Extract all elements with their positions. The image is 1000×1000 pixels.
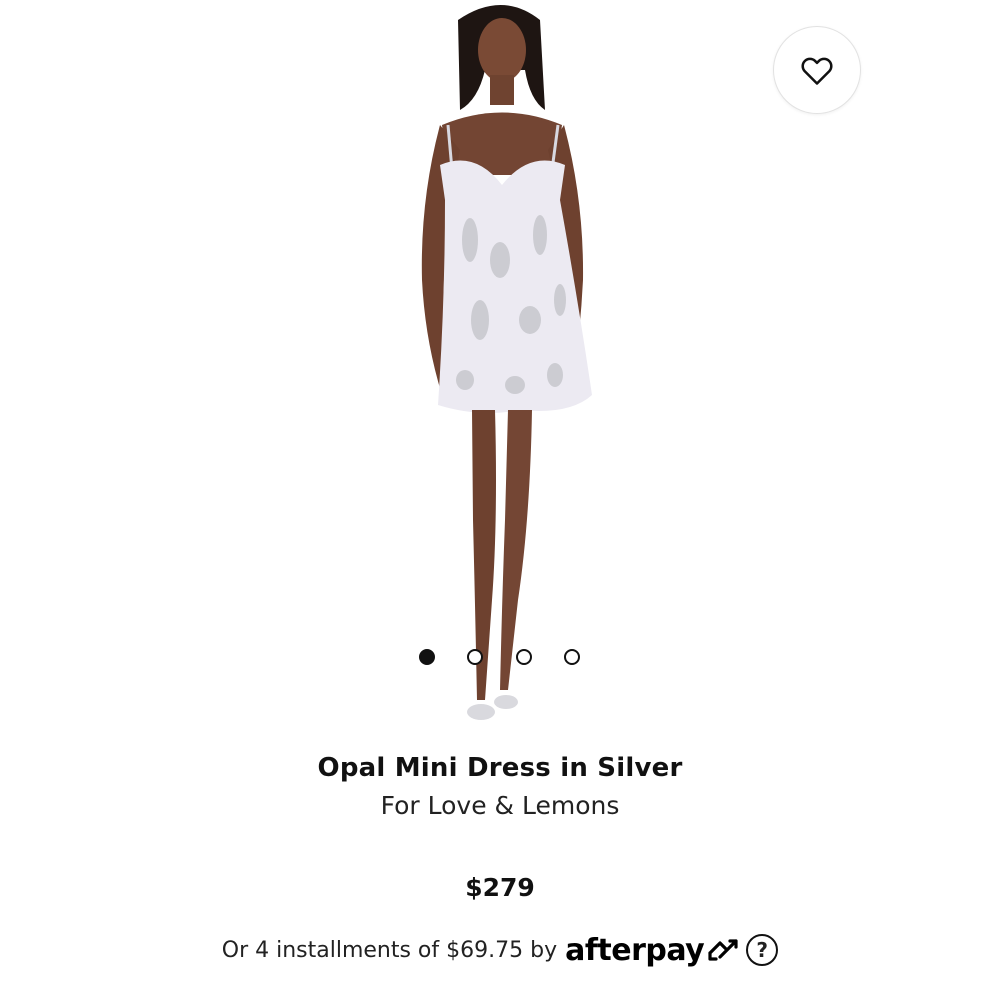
carousel-dot-2[interactable] (467, 649, 483, 665)
heart-icon (801, 57, 833, 85)
product-info: Opal Mini Dress in Silver For Love & Lem… (0, 750, 1000, 824)
carousel-dots (0, 647, 1000, 667)
carousel-dot-1[interactable] (419, 649, 435, 665)
carousel-dot-3[interactable] (516, 649, 532, 665)
product-image-gallery[interactable] (0, 0, 1000, 740)
product-price: $279 (465, 873, 535, 902)
afterpay-wordmark: afterpay (565, 932, 705, 968)
afterpay-logo: afterpay (565, 933, 740, 968)
wishlist-button[interactable] (773, 26, 861, 114)
carousel-dot-4[interactable] (564, 649, 580, 665)
afterpay-arrows-icon (708, 939, 738, 961)
installments-text: Or 4 installments of $69.75 by (221, 937, 558, 963)
afterpay-installments: Or 4 installments of $69.75 by afterpay … (0, 930, 1000, 970)
brand-name[interactable]: For Love & Lemons (0, 788, 1000, 824)
product-page: Opal Mini Dress in Silver For Love & Lem… (0, 0, 1000, 1000)
product-title: Opal Mini Dress in Silver (317, 753, 683, 783)
question-circle-icon[interactable]: ? (746, 934, 779, 966)
product-image[interactable] (380, 0, 630, 735)
